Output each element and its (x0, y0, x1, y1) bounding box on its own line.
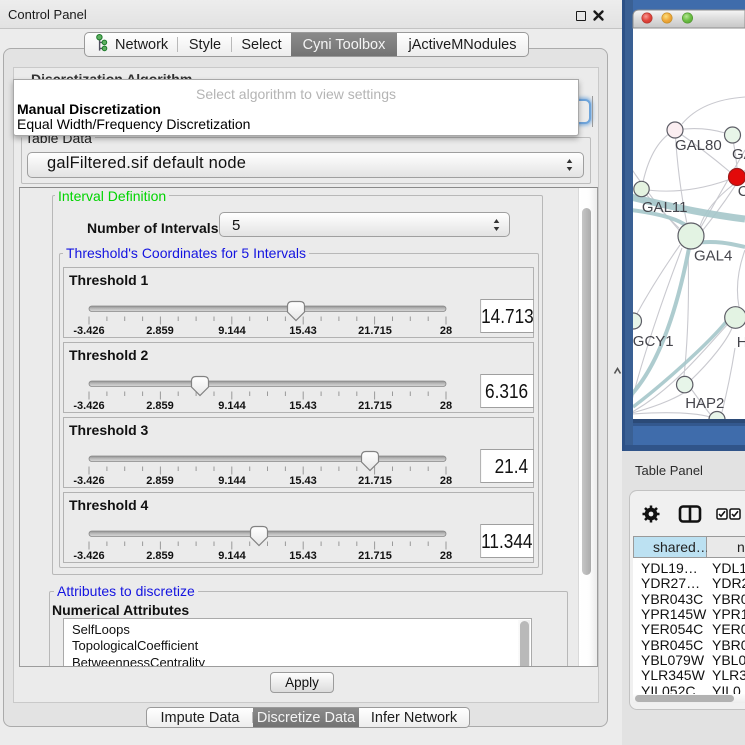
svg-text:GAL4: GAL4 (694, 248, 732, 265)
svg-text:GAL80: GAL80 (675, 137, 722, 154)
svg-text:GAL11: GAL11 (642, 199, 688, 216)
svg-text:GA: GA (732, 146, 745, 163)
svg-text:H: H (737, 334, 745, 351)
svg-text:HAP2: HAP2 (685, 395, 724, 412)
svg-text:C: C (738, 183, 745, 200)
svg-text:GCY1: GCY1 (633, 333, 674, 350)
